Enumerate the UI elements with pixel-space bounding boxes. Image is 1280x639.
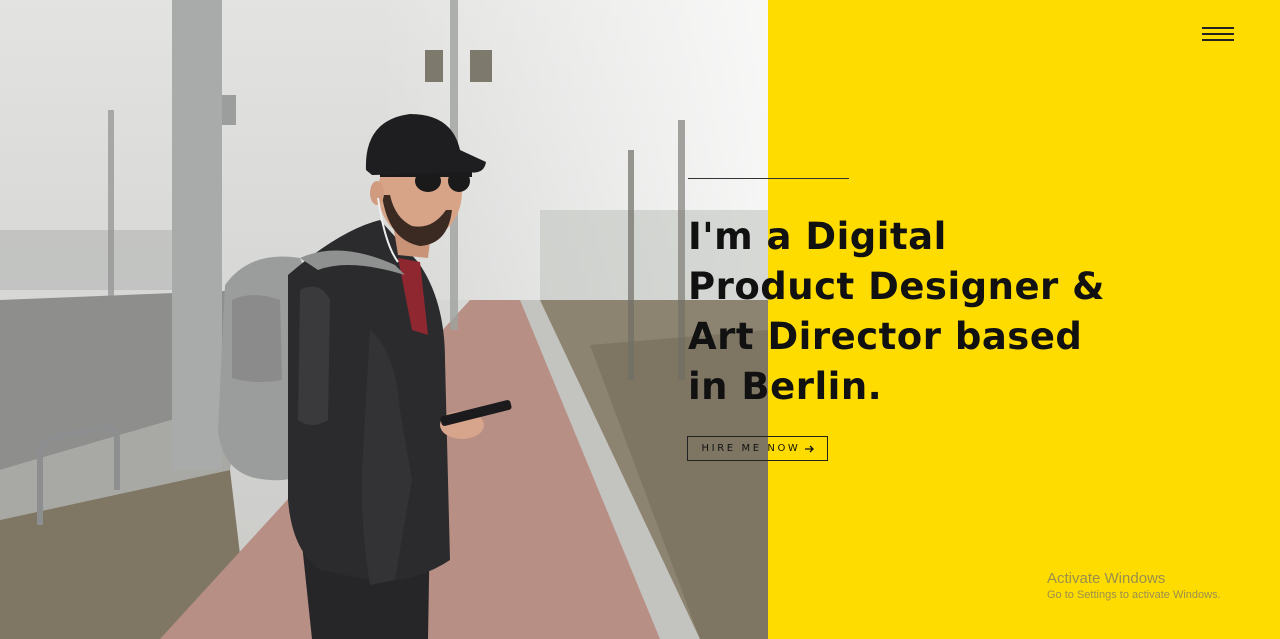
headline-divider	[688, 178, 849, 179]
headline-line: in Berlin.	[688, 365, 883, 408]
headline-line: I'm a Digital	[688, 215, 947, 258]
hero-section: I'm a Digital Product Designer & Art Dir…	[0, 0, 1280, 639]
hamburger-menu-icon-line	[1202, 39, 1234, 41]
hire-me-label: HIRE ME NOW	[701, 443, 801, 454]
headline-line: Product Designer &	[688, 265, 1105, 308]
hero-headline: I'm a Digital Product Designer & Art Dir…	[688, 212, 1148, 412]
watermark-title: Activate Windows	[1047, 570, 1166, 587]
hero-photo	[0, 0, 768, 639]
hire-me-button[interactable]: HIRE ME NOW	[687, 436, 828, 461]
hamburger-menu-icon-line	[1202, 33, 1234, 35]
watermark-subtitle: Go to Settings to activate Windows.	[1047, 589, 1221, 601]
windows-activation-watermark: Activate Windows Go to Settings to activ…	[1047, 570, 1221, 601]
hamburger-menu-icon	[1202, 27, 1234, 29]
headline-line: Art Director based	[688, 315, 1083, 358]
hamburger-menu-button[interactable]	[1200, 24, 1238, 44]
arrow-right-icon	[805, 445, 815, 452]
